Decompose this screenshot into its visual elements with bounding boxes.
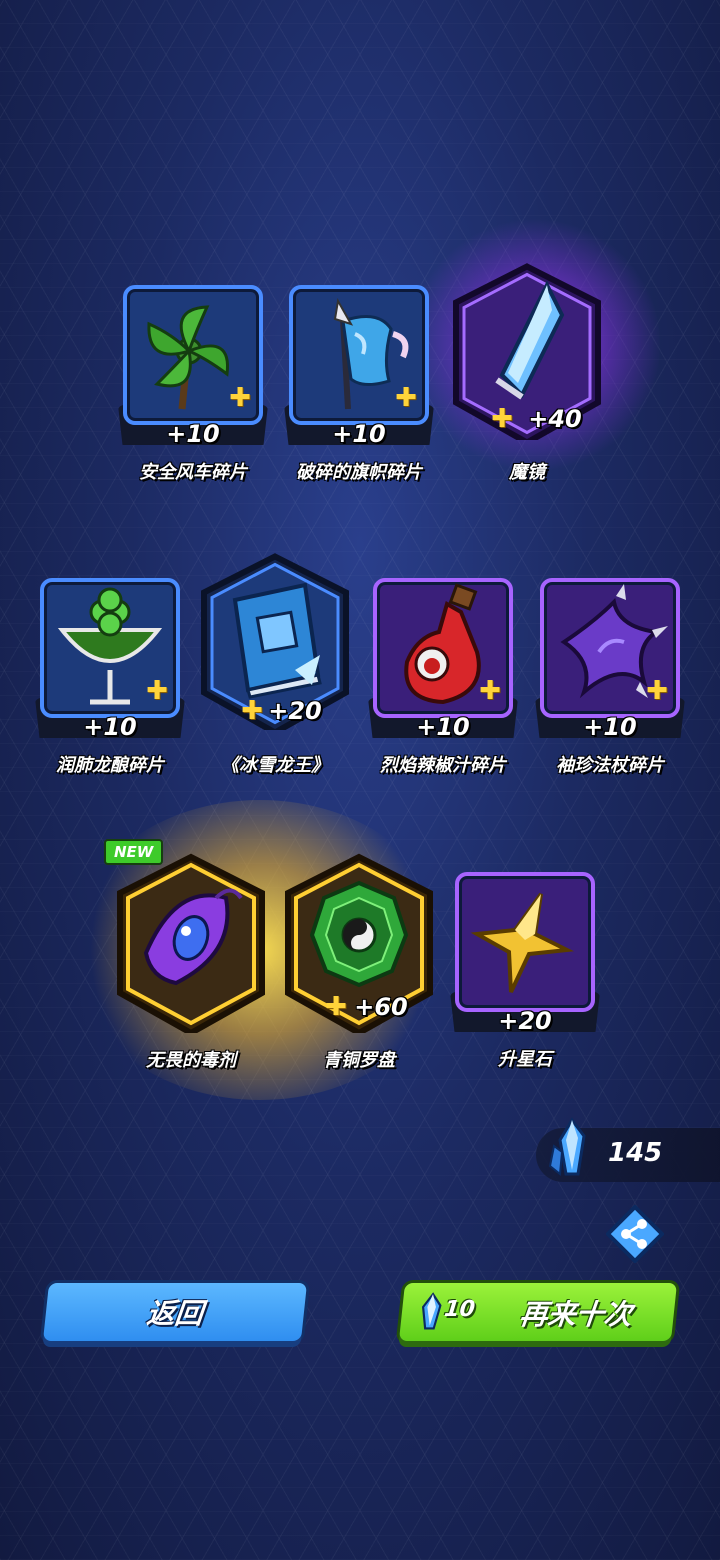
item-count: +10: [332, 420, 386, 448]
ice-book-icon: [232, 582, 322, 699]
draw-ten-again-button[interactable]: 10 再来十次: [398, 1283, 678, 1341]
share-icon[interactable]: [606, 1205, 664, 1263]
item-name: 《冰雪龙王》: [221, 755, 329, 776]
fragment-puzzle-icon: ✚: [146, 676, 168, 706]
reward-item[interactable]: ✚ +10 破碎的旗帜碎片: [284, 280, 434, 495]
item-name: 烈焰辣椒汁碎片: [380, 755, 506, 776]
back-button[interactable]: 返回: [42, 1283, 308, 1341]
fragment-puzzle-icon: ✚: [229, 383, 251, 413]
reward-item[interactable]: +20 升星石: [450, 867, 600, 1082]
new-badge: NEW: [104, 839, 164, 865]
blue-crystal-icon: [548, 1117, 586, 1176]
purple-eye-gem-icon: [143, 888, 243, 986]
mirror-crystal-icon: [495, 280, 565, 400]
item-count: +10: [166, 420, 220, 448]
item-count: +10: [416, 713, 470, 741]
gold-star-icon: [470, 892, 575, 993]
back-button-label: 返回: [145, 1297, 205, 1330]
fragment-puzzle-icon: ✚: [479, 676, 501, 706]
reward-item[interactable]: ✚ +10 袖珍法杖碎片: [535, 573, 685, 788]
item-name: 润肺龙酿碎片: [56, 755, 164, 776]
item-count: +60: [354, 993, 408, 1021]
reward-item[interactable]: NEW 无畏的毒剂: [104, 839, 266, 1071]
item-frame-epic: [455, 872, 595, 1012]
draw-ten-again-label: 再来十次: [518, 1298, 634, 1331]
reward-item[interactable]: ✚ +10 安全风车碎片: [118, 280, 268, 495]
item-name: 袖珍法杖碎片: [556, 755, 664, 776]
item-name: 安全风车碎片: [139, 462, 247, 483]
reward-item[interactable]: ✚ +10 润肺龙酿碎片: [35, 573, 185, 788]
item-name: 破碎的旗帜碎片: [296, 462, 422, 483]
draw-cost: 10: [442, 1297, 477, 1322]
fragment-puzzle-icon: ✚: [646, 676, 668, 706]
reward-item[interactable]: ✚ +40 魔镜: [452, 255, 602, 483]
reward-item[interactable]: ✚ +20 《冰雪龙王》: [200, 545, 350, 776]
currency-value: 145: [608, 1138, 663, 1168]
currency-display: 145: [536, 1117, 720, 1182]
item-count: +10: [583, 713, 637, 741]
item-name: 升星石: [498, 1049, 552, 1070]
item-count: +10: [83, 713, 137, 741]
reward-item[interactable]: ✚ +60 青铜罗盘: [284, 843, 434, 1071]
reward-item[interactable]: ✚ +10 烈焰辣椒汁碎片: [368, 573, 518, 788]
item-name: 魔镜: [509, 462, 545, 483]
item-count: +20: [268, 697, 322, 725]
item-count: +40: [528, 405, 582, 433]
fragment-puzzle-icon: ✚: [395, 383, 417, 413]
item-count: +20: [498, 1007, 552, 1035]
item-name: 无畏的毒剂: [146, 1050, 236, 1071]
item-name: 青铜罗盘: [323, 1050, 395, 1071]
